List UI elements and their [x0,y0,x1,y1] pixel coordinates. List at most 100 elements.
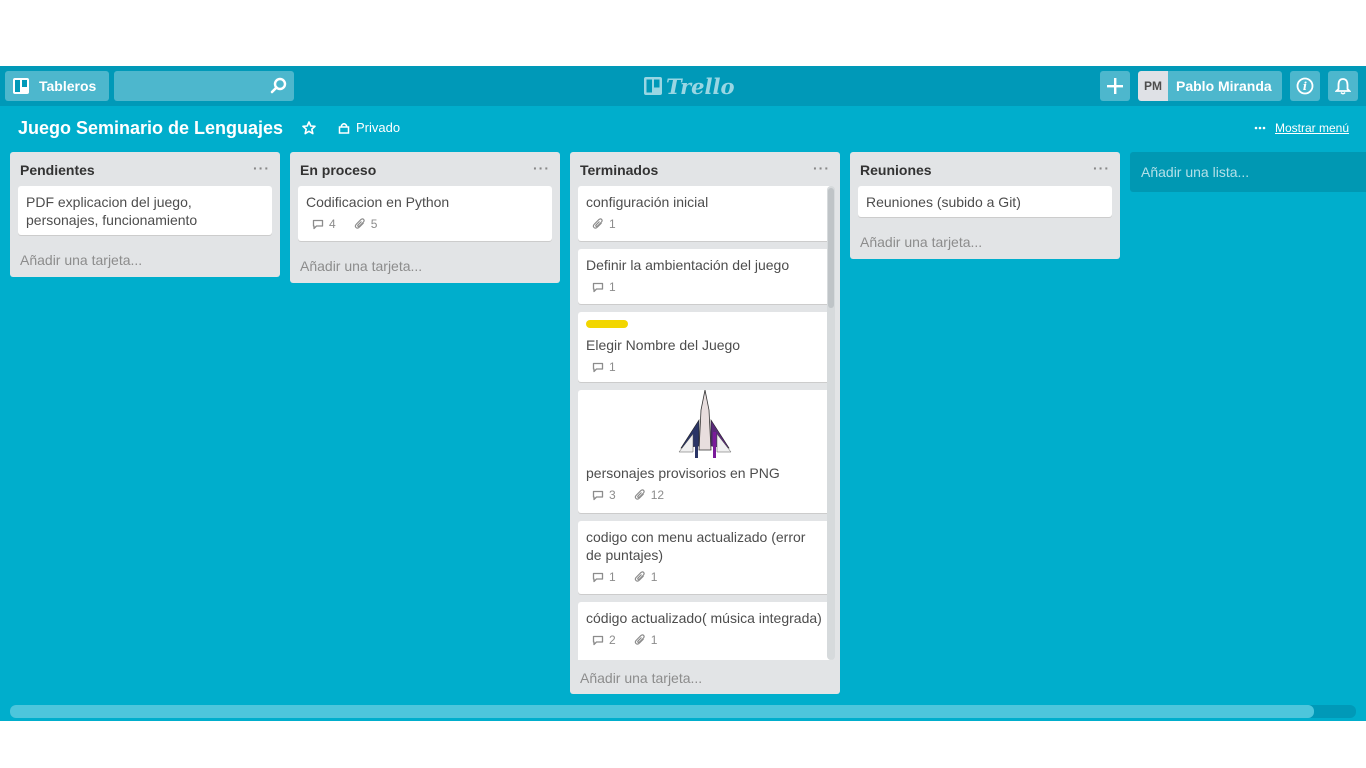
comments-count: 3 [609,488,616,502]
card[interactable]: codigo con menu actualizado (error de pu… [578,521,832,594]
card-badges: 1 [586,359,824,375]
card-cover [586,390,824,460]
lock-icon [338,122,350,134]
board-app: Tableros Trello PM Pablo Miranda i Juego… [0,66,1366,721]
attachment-icon [634,571,645,582]
star-icon[interactable] [302,121,316,135]
comments-badge: 1 [592,358,616,376]
trello-logo-text: Trello [666,73,735,99]
list-title[interactable]: En proceso [300,162,376,178]
list-title[interactable]: Pendientes [20,162,95,178]
add-button[interactable] [1100,71,1130,101]
attachments-count: 1 [650,570,658,584]
card[interactable]: PDF explicacion del juego, personajes, f… [18,186,272,235]
card-title: personajes provisorios en PNG [586,465,780,481]
card-title: Reuniones (subido a Git) [866,194,1021,210]
member-menu-button[interactable]: PM Pablo Miranda [1138,71,1282,101]
show-menu-link[interactable]: Mostrar menú [1254,121,1349,135]
list-en-proceso: En proceso ··· Codificacion en Python 4 … [290,152,560,283]
comment-icon [592,490,604,500]
attachments-count: 1 [650,633,658,647]
add-list-button[interactable]: Añadir una lista... [1130,152,1366,192]
comments-count: 2 [609,633,616,647]
card[interactable]: Definir la ambientación del juego 1 [578,249,832,304]
card-label-yellow[interactable] [586,320,628,328]
card-title: codigo con menu actualizado (error de pu… [586,529,806,563]
board-title[interactable]: Juego Seminario de Lenguajes [18,118,283,139]
comments-count: 1 [609,360,616,374]
list-scrollbar-thumb[interactable] [828,188,834,308]
attachment-icon [354,218,365,229]
attachment-icon [634,489,645,500]
notifications-button[interactable] [1328,71,1358,101]
attachment-icon [634,634,645,645]
trello-logo[interactable]: Trello [644,73,735,99]
comment-icon [592,282,604,292]
list-title[interactable]: Terminados [580,162,658,178]
card-badges: 1 [586,216,824,232]
spaceship-image [678,390,732,458]
user-name: Pablo Miranda [1176,78,1272,94]
card[interactable]: configuración inicial 1 [578,186,832,241]
attachments-badge: 1 [592,215,616,233]
search-icon[interactable] [270,77,288,95]
comments-badge: 2 [592,631,616,649]
comments-count: 1 [609,280,616,294]
comment-icon [592,635,604,645]
add-card-link[interactable]: Añadir una tarjeta... [300,258,422,274]
privacy-button[interactable]: Privado [338,120,400,135]
comment-icon [592,362,604,372]
comment-icon [312,219,324,229]
list-reuniones: Reuniones ··· Reuniones (subido a Git) A… [850,152,1120,259]
card[interactable]: Elegir Nombre del Juego 1 [578,312,832,382]
board-scrollbar-thumb[interactable] [10,705,1314,718]
boards-label: Tableros [39,78,97,94]
card[interactable]: Reuniones (subido a Git) [858,186,1112,217]
card-title: PDF explicacion del juego, personajes, f… [26,194,198,228]
card-badges: 2 1 [586,632,824,648]
add-card-link[interactable]: Añadir una tarjeta... [860,234,982,250]
card[interactable]: Codificacion en Python 4 5 [298,186,552,241]
list-menu-icon[interactable]: ··· [253,160,270,176]
attachments-badge: 12 [634,486,664,504]
card-title: configuración inicial [586,194,709,210]
comments-badge: 4 [312,215,336,233]
info-icon: i [1296,77,1314,95]
card-title: Elegir Nombre del Juego [586,337,741,353]
boards-icon [13,78,29,94]
list-terminados: Terminados ··· configuración inicial 1 D… [570,152,840,694]
list-menu-icon[interactable]: ··· [533,160,550,176]
comments-count: 4 [329,217,336,231]
show-menu-label: Mostrar menú [1275,121,1350,135]
boards-button[interactable]: Tableros [5,71,109,101]
trello-logo-icon [644,77,662,95]
list-menu-icon[interactable]: ··· [1093,160,1110,176]
attachments-badge: 1 [634,568,658,586]
list-title[interactable]: Reuniones [860,162,932,178]
add-card-link[interactable]: Añadir una tarjeta... [580,670,702,686]
bell-icon [1335,77,1351,95]
comments-count: 1 [609,570,616,584]
attachments-badge: 5 [354,215,377,233]
card[interactable]: código actualizado( música integrada) 2 … [578,602,832,660]
card[interactable]: personajes provisorios en PNG 3 12 [578,390,832,513]
comment-icon [592,572,604,582]
avatar: PM [1138,71,1168,101]
top-header: Tableros Trello PM Pablo Miranda i [0,66,1366,106]
info-button[interactable]: i [1290,71,1320,101]
card-title: Codificacion en Python [306,194,450,210]
list-menu-icon[interactable]: ··· [813,160,830,176]
cards-container: configuración inicial 1 Definir la ambie… [570,186,840,660]
card-badges: 1 [586,279,824,295]
search-input[interactable] [114,71,294,101]
comments-badge: 3 [592,486,616,504]
attachments-count: 12 [650,488,665,502]
list-pendientes: Pendientes ··· PDF explicacion del juego… [10,152,280,277]
add-card-link[interactable]: Añadir una tarjeta... [20,252,142,268]
attachments-badge: 1 [634,631,658,649]
attachments-count: 1 [609,217,616,231]
svg-text:i: i [1303,80,1307,93]
card-badges: 4 5 [306,216,544,232]
card-title: código actualizado( música integrada) [586,610,822,626]
privacy-label: Privado [356,120,401,135]
